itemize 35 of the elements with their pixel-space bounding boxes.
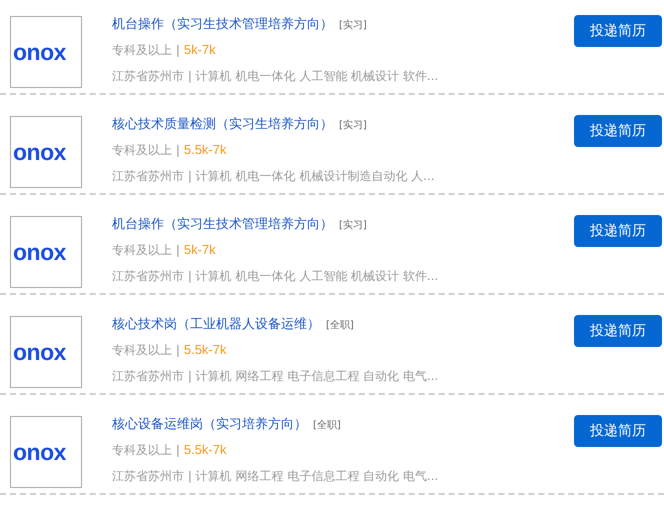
job-title[interactable]: 机台操作（实习生技术管理培养方向） — [112, 215, 333, 233]
job-type-tag: [全职] — [313, 418, 341, 432]
company-logo: onox — [10, 116, 82, 188]
salary-range: 5.5k-7k — [184, 442, 226, 459]
salary-range: 5k-7k — [184, 42, 216, 59]
job-details: 江苏省苏州市 | 计算机 机电一体化 人工智能 机械设计 软件... — [112, 68, 440, 85]
apply-button[interactable]: 投递简历 — [574, 15, 662, 47]
education-requirement: 专科及以上 | — [112, 442, 180, 459]
job-details: 江苏省苏州市 | 计算机 机电一体化 机械设计制造自动化 人... — [112, 168, 436, 185]
job-type-tag: [实习] — [339, 18, 367, 32]
company-logo: onox — [10, 416, 82, 488]
education-requirement: 专科及以上 | — [112, 42, 180, 59]
salary-range: 5.5k-7k — [184, 342, 226, 359]
salary-range: 5.5k-7k — [184, 142, 226, 159]
job-details: 江苏省苏州市 | 计算机 网络工程 电子信息工程 自动化 电气... — [112, 368, 440, 385]
education-requirement: 专科及以上 | — [112, 242, 180, 259]
apply-button[interactable]: 投递简历 — [574, 115, 662, 147]
apply-button[interactable]: 投递简历 — [574, 315, 662, 347]
job-title[interactable]: 核心技术岗（工业机器人设备运维） — [112, 315, 320, 333]
salary-range: 5k-7k — [184, 242, 216, 259]
education-requirement: 专科及以上 | — [112, 142, 180, 159]
job-title[interactable]: 核心技术质量检测（实习生培养方向） — [112, 115, 333, 133]
job-type-tag: [实习] — [339, 218, 367, 232]
company-logo: onox — [10, 16, 82, 88]
job-details: 江苏省苏州市 | 计算机 机电一体化 人工智能 机械设计 软件... — [112, 268, 440, 285]
company-logo: onox — [10, 216, 82, 288]
job-title[interactable]: 机台操作（实习生技术管理培养方向） — [112, 15, 333, 33]
apply-button[interactable]: 投递简历 — [574, 215, 662, 247]
education-requirement: 专科及以上 | — [112, 342, 180, 359]
job-details: 江苏省苏州市 | 计算机 网络工程 电子信息工程 自动化 电气... — [112, 468, 440, 485]
job-type-tag: [全职] — [326, 318, 354, 332]
job-type-tag: [实习] — [339, 118, 367, 132]
job-title[interactable]: 核心设备运维岗（实习培养方向） — [112, 415, 307, 433]
apply-button[interactable]: 投递简历 — [574, 415, 662, 447]
company-logo: onox — [10, 316, 82, 388]
